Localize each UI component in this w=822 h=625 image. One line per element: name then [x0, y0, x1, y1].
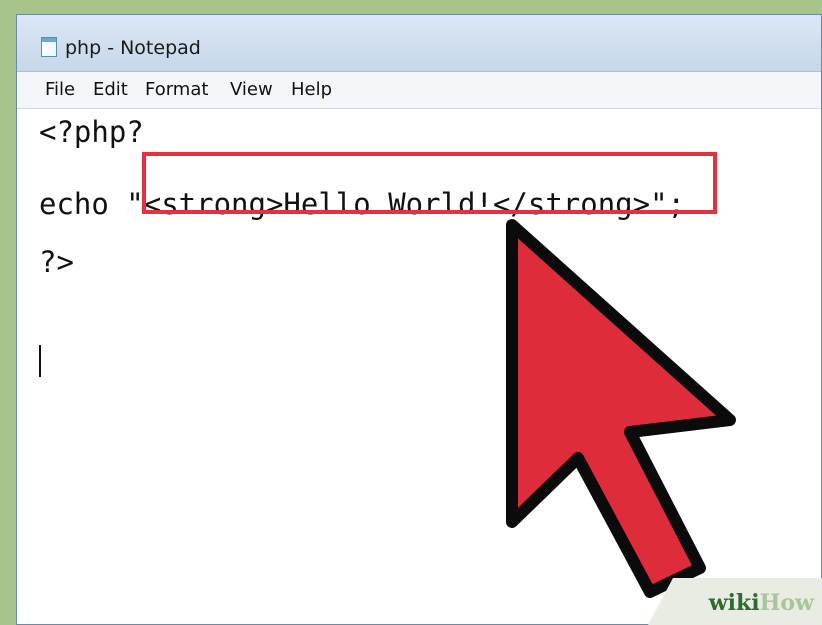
wikihow-logo-wiki: wiki — [708, 590, 760, 616]
text-caret — [39, 345, 41, 377]
code-line-1: <?php? — [39, 115, 144, 149]
menu-help[interactable]: Help — [291, 79, 332, 100]
highlight-box — [142, 152, 717, 214]
title-bar[interactable]: php - Notepad — [17, 15, 821, 72]
wikihow-logo: wikiHow — [709, 590, 814, 616]
menu-view[interactable]: View — [230, 79, 273, 100]
menu-file[interactable]: File — [45, 79, 75, 100]
menu-edit[interactable]: Edit — [93, 79, 128, 100]
window-title: php - Notepad — [65, 37, 201, 59]
code-line-3: ?> — [39, 245, 74, 279]
menu-bar: File Edit Format View Help — [17, 72, 821, 109]
notepad-window: php - Notepad File Edit Format View Help… — [16, 14, 822, 625]
notepad-icon — [41, 37, 57, 57]
menu-format[interactable]: Format — [145, 79, 208, 100]
wikihow-logo-how: How — [759, 590, 814, 616]
